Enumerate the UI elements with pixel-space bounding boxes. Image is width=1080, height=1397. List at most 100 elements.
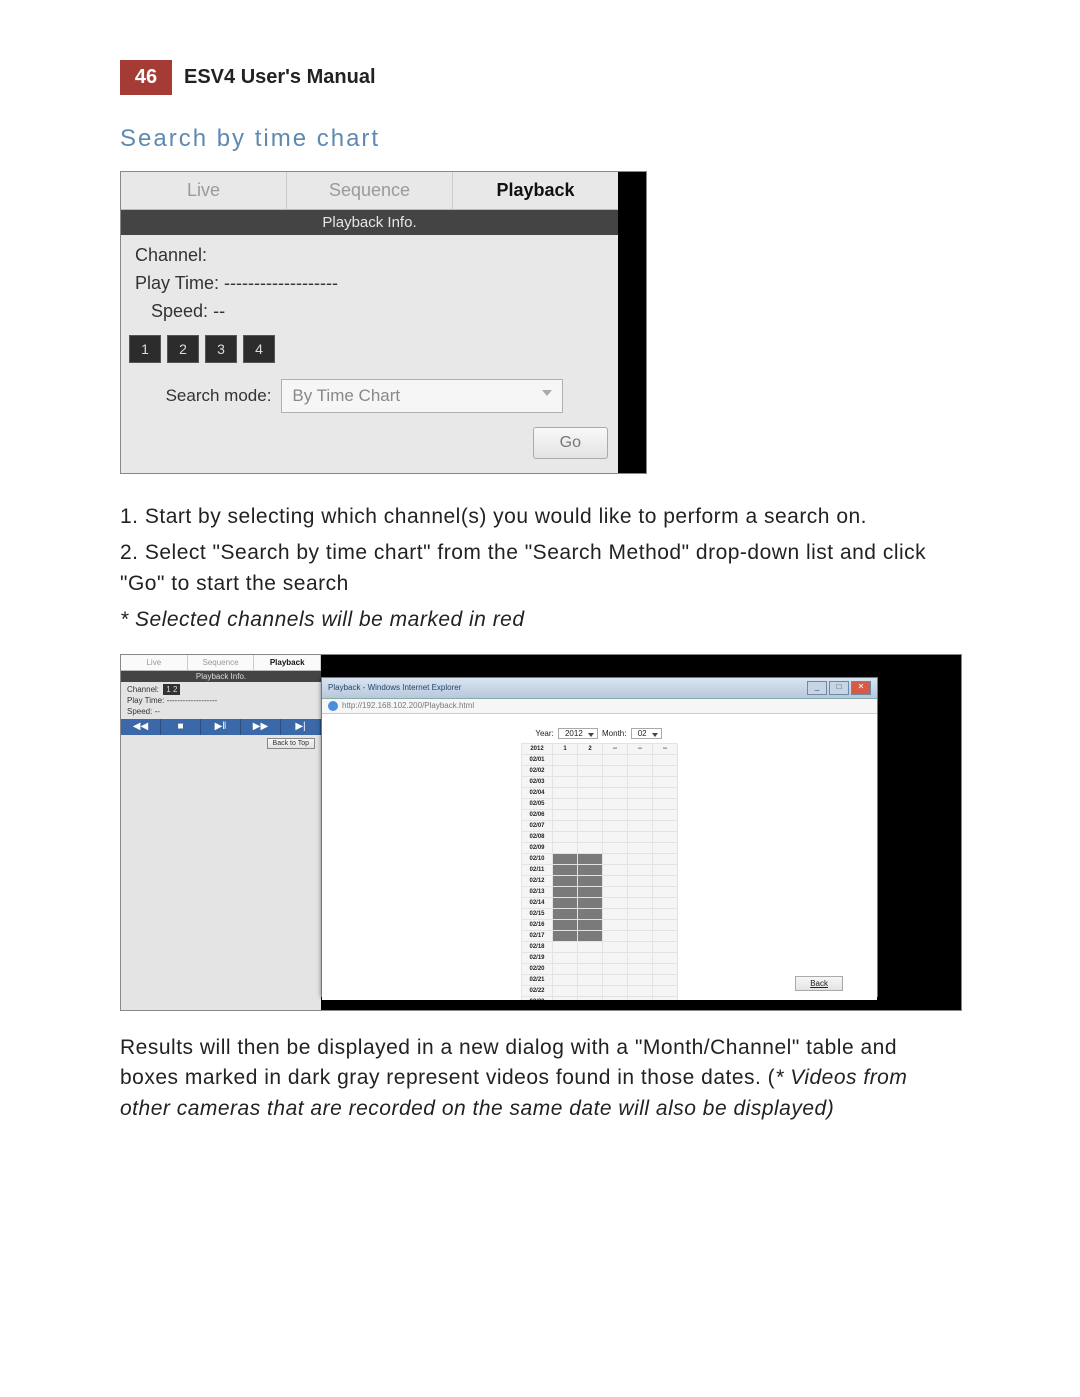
chart-cell[interactable] [653,765,678,776]
chart-cell[interactable] [653,853,678,864]
chart-cell[interactable] [628,963,653,974]
chart-cell[interactable] [653,809,678,820]
fast-fwd-icon[interactable]: ▶▶ [241,719,281,735]
chart-cell[interactable] [553,974,578,985]
chart-cell[interactable] [553,787,578,798]
chart-cell[interactable] [578,941,603,952]
chart-cell[interactable] [578,897,603,908]
chart-cell[interactable] [628,853,653,864]
chart-cell[interactable] [653,919,678,930]
chart-cell[interactable] [603,754,628,765]
chart-cell[interactable] [628,864,653,875]
chart-cell[interactable] [628,908,653,919]
tab-playback[interactable]: Playback [453,172,618,209]
chart-cell[interactable] [628,897,653,908]
chart-cell[interactable] [553,809,578,820]
chart-cell[interactable] [603,809,628,820]
mini-tab-sequence[interactable]: Sequence [188,655,255,670]
chart-cell[interactable] [653,897,678,908]
back-button[interactable]: Back [795,976,843,991]
chart-cell[interactable] [578,831,603,842]
chart-cell[interactable] [553,919,578,930]
chart-cell[interactable] [628,820,653,831]
chart-cell[interactable] [578,963,603,974]
chart-cell[interactable] [653,754,678,765]
chart-cell[interactable] [653,864,678,875]
chart-cell[interactable] [553,842,578,853]
chart-cell[interactable] [603,831,628,842]
chart-cell[interactable] [653,787,678,798]
chart-cell[interactable] [578,842,603,853]
chart-cell[interactable] [603,952,628,963]
chart-cell[interactable] [553,864,578,875]
chart-cell[interactable] [553,930,578,941]
chart-cell[interactable] [653,974,678,985]
channel-btn-1[interactable]: 1 [129,335,161,363]
chart-cell[interactable] [628,787,653,798]
chart-cell[interactable] [553,754,578,765]
chart-cell[interactable] [578,974,603,985]
back-to-top-button[interactable]: Back to Top [267,738,315,749]
search-mode-select[interactable]: By Time Chart [281,379,563,413]
chart-cell[interactable] [578,930,603,941]
tab-sequence[interactable]: Sequence [287,172,453,209]
chart-cell[interactable] [578,754,603,765]
chart-cell[interactable] [653,952,678,963]
chart-cell[interactable] [603,864,628,875]
channel-btn-2[interactable]: 2 [167,335,199,363]
url-bar[interactable]: http://192.168.102.200/Playback.html [322,699,877,714]
chart-cell[interactable] [553,820,578,831]
chart-cell[interactable] [603,776,628,787]
channel-btn-3[interactable]: 3 [205,335,237,363]
chart-cell[interactable] [578,875,603,886]
chart-cell[interactable] [653,930,678,941]
chart-cell[interactable] [553,765,578,776]
chart-cell[interactable] [653,776,678,787]
chart-cell[interactable] [603,787,628,798]
chart-cell[interactable] [628,919,653,930]
window-close-icon[interactable]: ✕ [851,681,871,695]
play-pause-icon[interactable]: ▶‖ [201,719,241,735]
chart-cell[interactable] [653,820,678,831]
chart-cell[interactable] [553,853,578,864]
chart-cell[interactable] [603,919,628,930]
chart-cell[interactable] [578,776,603,787]
channel-btn-4[interactable]: 4 [243,335,275,363]
chart-cell[interactable] [628,952,653,963]
chart-cell[interactable] [628,754,653,765]
chart-cell[interactable] [603,875,628,886]
chart-cell[interactable] [628,765,653,776]
chart-cell[interactable] [603,853,628,864]
chart-cell[interactable] [628,831,653,842]
chart-cell[interactable] [603,897,628,908]
chart-cell[interactable] [628,776,653,787]
chart-cell[interactable] [603,886,628,897]
chart-cell[interactable] [628,875,653,886]
chart-cell[interactable] [628,798,653,809]
chart-cell[interactable] [653,842,678,853]
year-select[interactable]: 2012 [558,728,598,739]
chart-cell[interactable] [653,831,678,842]
chart-cell[interactable] [653,886,678,897]
chart-cell[interactable] [628,996,653,1000]
chart-cell[interactable] [578,985,603,996]
chart-cell[interactable] [553,875,578,886]
rewind-icon[interactable]: ◀◀ [121,719,161,735]
chart-cell[interactable] [603,908,628,919]
chart-cell[interactable] [603,930,628,941]
chart-cell[interactable] [553,886,578,897]
chart-cell[interactable] [553,985,578,996]
chart-cell[interactable] [578,919,603,930]
chart-cell[interactable] [653,941,678,952]
chart-cell[interactable] [603,820,628,831]
chart-cell[interactable] [553,908,578,919]
tab-live[interactable]: Live [121,172,287,209]
chart-cell[interactable] [603,765,628,776]
chart-cell[interactable] [578,996,603,1000]
mini-tab-live[interactable]: Live [121,655,188,670]
chart-cell[interactable] [603,996,628,1000]
chart-cell[interactable] [628,886,653,897]
chart-cell[interactable] [578,908,603,919]
chart-cell[interactable] [628,985,653,996]
chart-cell[interactable] [578,809,603,820]
